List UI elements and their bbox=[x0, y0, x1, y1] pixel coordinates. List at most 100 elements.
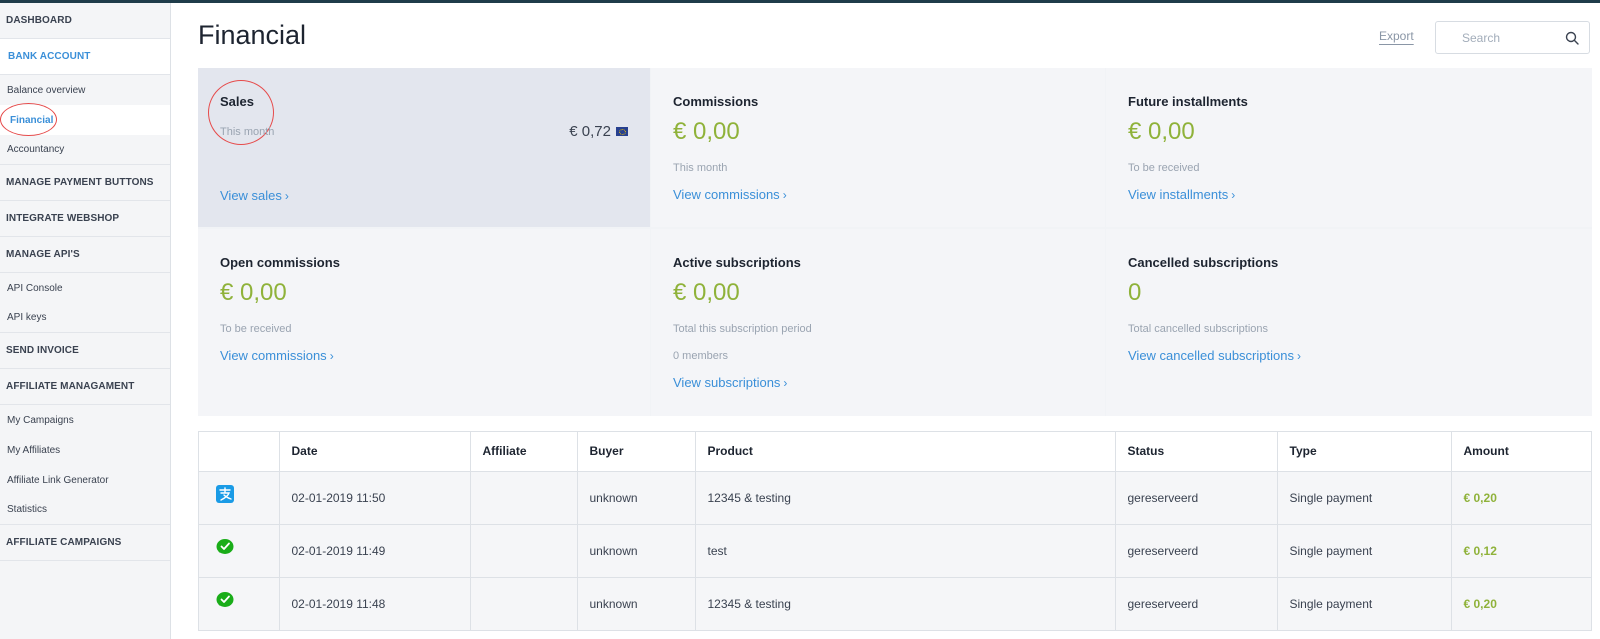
date-cell: 02-01-2019 11:48 bbox=[279, 577, 471, 631]
search-icon[interactable] bbox=[1565, 31, 1579, 45]
link-label: View commissions bbox=[220, 348, 327, 363]
summary-cards: Sales This month € 0,72 View sales › Comm… bbox=[198, 68, 1592, 416]
amount-value: 0 bbox=[1128, 279, 1142, 306]
buyer-cell: unknown bbox=[577, 577, 696, 631]
column-header-product[interactable]: Product bbox=[695, 432, 1116, 472]
amount-value: € 0,72 bbox=[569, 123, 611, 140]
date-cell: 02-01-2019 11:50 bbox=[279, 471, 471, 525]
amount-value: € 0,00 bbox=[673, 118, 740, 145]
top-accent-bar bbox=[0, 0, 1600, 3]
column-header-status[interactable]: Status bbox=[1115, 432, 1278, 472]
view-commissions-link[interactable]: View commissions › bbox=[220, 348, 334, 363]
sales-amount: € 0,72 bbox=[569, 123, 628, 140]
view-sales-link[interactable]: View sales › bbox=[220, 188, 289, 203]
sidebar-item-dashboard[interactable]: DASHBOARD bbox=[0, 3, 170, 39]
card-open-commissions: Open commissions € 0,00 To be received V… bbox=[198, 229, 650, 416]
type-cell: Single payment bbox=[1277, 471, 1452, 525]
sidebar-item-balance-overview[interactable]: Balance overview bbox=[0, 75, 170, 105]
affiliate-cell bbox=[470, 524, 578, 578]
chevron-right-icon: › bbox=[1231, 188, 1236, 202]
wechat-pay-icon bbox=[216, 538, 234, 554]
chevron-right-icon: › bbox=[1296, 349, 1301, 363]
table-row[interactable]: 02-01-2019 11:50 unknown 12345 & testing… bbox=[199, 471, 1591, 525]
product-cell: 12345 & testing bbox=[695, 471, 1116, 525]
column-header-amount[interactable]: Amount bbox=[1451, 432, 1591, 472]
link-label: View commissions bbox=[673, 187, 780, 202]
chevron-right-icon: › bbox=[284, 189, 289, 203]
amount-cell: € 0,12 bbox=[1451, 524, 1591, 578]
card-cancelled-subscriptions: Cancelled subscriptions 0 Total cancelle… bbox=[1106, 229, 1592, 416]
buyer-cell: unknown bbox=[577, 524, 696, 578]
sidebar-item-affiliate-link-generator[interactable]: Affiliate Link Generator bbox=[0, 465, 170, 495]
amount-cell: € 0,20 bbox=[1451, 577, 1591, 631]
sidebar-item-integrate-webshop[interactable]: INTEGRATE WEBSHOP bbox=[0, 201, 170, 237]
amount-value: € 0,00 bbox=[220, 279, 287, 306]
table-header-row: Date Affiliate Buyer Product Status Type… bbox=[199, 432, 1591, 472]
sidebar-item-financial[interactable]: Financial bbox=[0, 103, 170, 136]
table-row[interactable]: 02-01-2019 11:49 unknown test gereservee… bbox=[199, 524, 1591, 578]
export-link[interactable]: Export bbox=[1379, 29, 1414, 43]
card-subtitle: To be received bbox=[1128, 162, 1200, 174]
sidebar: DASHBOARD BANK ACCOUNT Balance overview … bbox=[0, 3, 171, 639]
payment-method-cell bbox=[199, 471, 280, 525]
card-sales: Sales This month € 0,72 View sales › bbox=[198, 68, 650, 227]
sidebar-item-bank-account[interactable]: BANK ACCOUNT bbox=[0, 39, 170, 75]
table-row[interactable]: 02-01-2019 11:48 unknown 12345 & testing… bbox=[199, 577, 1591, 631]
amount-value: € 0,00 bbox=[673, 279, 740, 306]
view-subscriptions-link[interactable]: View subscriptions › bbox=[673, 375, 787, 390]
card-title: Cancelled subscriptions bbox=[1128, 255, 1279, 270]
link-label: View subscriptions bbox=[673, 375, 781, 390]
sidebar-item-affiliate-campaigns[interactable]: AFFILIATE CAMPAIGNS bbox=[0, 525, 170, 561]
card-subtitle: Total this subscription period bbox=[673, 323, 812, 335]
card-title: Open commissions bbox=[220, 255, 340, 270]
card-future-installments: Future installments € 0,00 To be receive… bbox=[1106, 68, 1592, 227]
search-input[interactable] bbox=[1436, 22, 1556, 53]
card-title: Commissions bbox=[673, 94, 759, 109]
card-subtitle: To be received bbox=[220, 323, 292, 335]
link-label: View cancelled subscriptions bbox=[1128, 348, 1294, 363]
sidebar-item-send-invoice[interactable]: SEND INVOICE bbox=[0, 333, 170, 369]
column-header-type[interactable]: Type bbox=[1277, 432, 1452, 472]
sidebar-item-affiliate-managament[interactable]: AFFILIATE MANAGAMENT bbox=[0, 369, 170, 405]
sidebar-item-my-campaigns[interactable]: My Campaigns bbox=[0, 405, 170, 435]
type-cell: Single payment bbox=[1277, 577, 1452, 631]
card-title: Active subscriptions bbox=[673, 255, 801, 270]
page-title: Financial bbox=[198, 20, 307, 50]
sidebar-item-manage-apis[interactable]: MANAGE API'S bbox=[0, 237, 170, 273]
wechat-pay-icon bbox=[216, 591, 234, 607]
amount-cell: € 0,20 bbox=[1451, 471, 1591, 525]
sidebar-item-manage-payment-buttons[interactable]: MANAGE PAYMENT BUTTONS bbox=[0, 165, 170, 201]
member-count: 0 members bbox=[673, 350, 729, 362]
card-subtitle: This month bbox=[220, 126, 275, 138]
chevron-right-icon: › bbox=[782, 188, 787, 202]
column-header-method bbox=[199, 432, 280, 472]
card-subtitle: Total cancelled subscriptions bbox=[1128, 323, 1269, 335]
card-active-subscriptions: Active subscriptions € 0,00 Total this s… bbox=[651, 229, 1105, 416]
card-title: Sales bbox=[220, 94, 254, 109]
sidebar-item-accountancy[interactable]: Accountancy bbox=[0, 135, 170, 165]
product-cell: 12345 & testing bbox=[695, 577, 1116, 631]
sidebar-item-my-affiliates[interactable]: My Affiliates bbox=[0, 435, 170, 465]
column-header-affiliate[interactable]: Affiliate bbox=[470, 432, 578, 472]
transactions-table: Date Affiliate Buyer Product Status Type… bbox=[198, 431, 1592, 631]
card-subtitle: This month bbox=[673, 162, 728, 174]
view-installments-link[interactable]: View installments › bbox=[1128, 187, 1235, 202]
status-cell: gereserveerd bbox=[1115, 577, 1278, 631]
card-title: Future installments bbox=[1128, 94, 1248, 109]
payment-method-cell bbox=[199, 577, 280, 631]
view-commissions-link[interactable]: View commissions › bbox=[673, 187, 787, 202]
sidebar-item-api-keys[interactable]: API keys bbox=[0, 303, 170, 333]
chevron-right-icon: › bbox=[783, 376, 788, 390]
column-header-date[interactable]: Date bbox=[279, 432, 471, 472]
payment-method-cell bbox=[199, 524, 280, 578]
sidebar-item-statistics[interactable]: Statistics bbox=[0, 495, 170, 525]
date-cell: 02-01-2019 11:49 bbox=[279, 524, 471, 578]
chevron-right-icon: › bbox=[329, 349, 334, 363]
card-commissions: Commissions € 0,00 This month View commi… bbox=[651, 68, 1105, 227]
type-cell: Single payment bbox=[1277, 524, 1452, 578]
column-header-buyer[interactable]: Buyer bbox=[577, 432, 696, 472]
status-cell: gereserveerd bbox=[1115, 524, 1278, 578]
view-cancelled-subscriptions-link[interactable]: View cancelled subscriptions › bbox=[1128, 348, 1301, 363]
sidebar-item-api-console[interactable]: API Console bbox=[0, 273, 170, 303]
buyer-cell: unknown bbox=[577, 471, 696, 525]
